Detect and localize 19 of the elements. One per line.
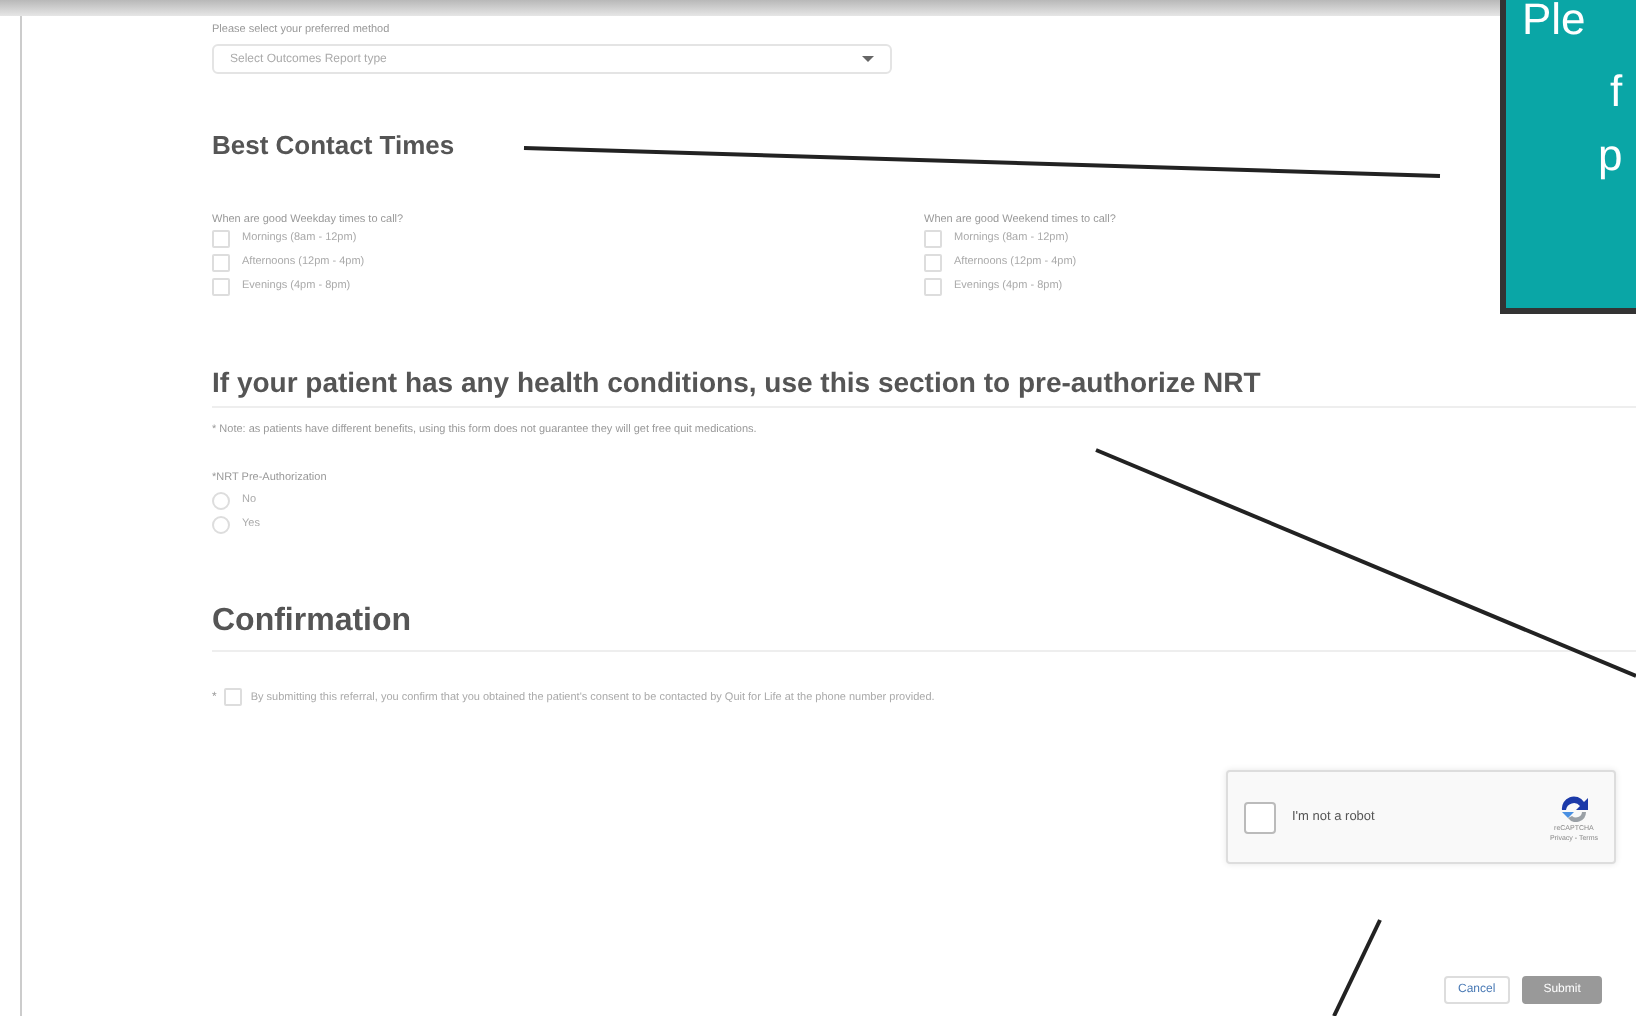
caret-icon (862, 56, 874, 62)
checkbox[interactable] (924, 253, 942, 271)
checkbox[interactable] (212, 229, 230, 247)
checkbox[interactable] (212, 277, 230, 295)
callout-text: p (1598, 128, 1623, 184)
refresh-arrows-icon (1557, 793, 1590, 821)
checkbox[interactable] (924, 229, 942, 247)
checkbox[interactable] (1244, 801, 1276, 833)
section-heading: Best Contact Times (212, 130, 455, 160)
section-heading: Confirmation (212, 604, 1636, 652)
checkbox[interactable] (224, 688, 243, 706)
leader-line (1332, 919, 1382, 1016)
callout-text: f (1610, 64, 1623, 120)
radio-button[interactable] (212, 515, 230, 533)
checkbox[interactable] (212, 253, 230, 271)
checkbox[interactable] (924, 277, 942, 295)
radio-button[interactable] (212, 491, 230, 509)
section-heading: If your patient has any health conditions, use this section to pre-authorize NRT (212, 366, 1636, 408)
callout-text: Ple (1522, 0, 1586, 48)
